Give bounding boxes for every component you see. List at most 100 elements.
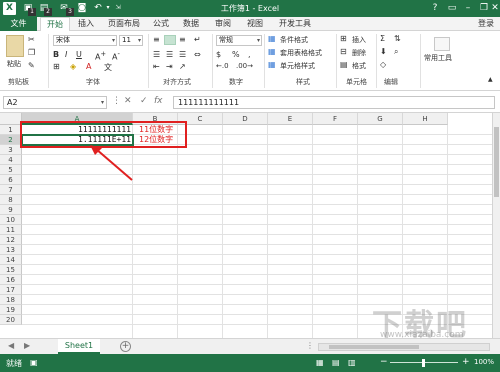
tab-developer[interactable]: 开发工具 bbox=[279, 17, 311, 31]
row-header-14[interactable]: 14 bbox=[0, 255, 22, 265]
add-sheet-button[interactable]: + bbox=[120, 341, 131, 352]
sort-filter-icon[interactable]: ⇅ bbox=[394, 34, 401, 43]
paste-button[interactable]: 粘贴 bbox=[7, 59, 21, 69]
column-header-d[interactable]: D bbox=[223, 113, 268, 125]
comma-style-icon[interactable]: , bbox=[248, 50, 251, 59]
tab-page-layout[interactable]: 页面布局 bbox=[108, 17, 140, 31]
zoom-out-icon[interactable]: − bbox=[380, 357, 388, 367]
conditional-format-icon[interactable]: ▦ bbox=[268, 34, 276, 43]
italic-icon[interactable]: I bbox=[65, 50, 67, 59]
row-header-4[interactable]: 4 bbox=[0, 155, 22, 165]
formula-input[interactable]: 111111111111 bbox=[173, 96, 495, 109]
row-header-5[interactable]: 5 bbox=[0, 165, 22, 175]
row-header-15[interactable]: 15 bbox=[0, 265, 22, 275]
prev-sheet-icon[interactable]: ◀ bbox=[8, 341, 14, 350]
row-header-11[interactable]: 11 bbox=[0, 225, 22, 235]
merge-center-icon[interactable]: ⇔ bbox=[194, 50, 201, 59]
phonetic-icon[interactable]: 文 bbox=[104, 62, 112, 73]
vertical-scroll-thumb[interactable] bbox=[494, 127, 499, 197]
row-header-7[interactable]: 7 bbox=[0, 185, 22, 195]
zoom-level[interactable]: 100% bbox=[474, 358, 494, 366]
help-icon[interactable]: ? bbox=[428, 1, 442, 15]
find-select-icon[interactable]: ⌕ bbox=[394, 47, 398, 57]
increase-font-icon[interactable]: A+ bbox=[95, 50, 106, 62]
bold-icon[interactable]: B bbox=[53, 50, 59, 59]
align-right-icon[interactable]: ☰ bbox=[179, 50, 186, 59]
wrap-text-icon[interactable]: ↵ bbox=[194, 35, 201, 44]
align-center-icon[interactable]: ☰ bbox=[166, 50, 173, 59]
tab-home[interactable]: 开始 bbox=[40, 17, 70, 32]
percent-style-icon[interactable]: % bbox=[232, 50, 240, 59]
insert-cells-button[interactable]: 插入 bbox=[352, 35, 366, 45]
conditional-format-button[interactable]: 条件格式 bbox=[280, 35, 308, 45]
cell-styles-button[interactable]: 单元格样式 bbox=[280, 61, 315, 71]
column-header-e[interactable]: E bbox=[268, 113, 313, 125]
row-header-9[interactable]: 9 bbox=[0, 205, 22, 215]
insert-cells-icon[interactable]: ⊞ bbox=[340, 34, 347, 43]
insert-function-icon[interactable]: fx bbox=[154, 96, 163, 106]
row-header-12[interactable]: 12 bbox=[0, 235, 22, 245]
macro-record-icon[interactable]: ▣ bbox=[30, 358, 38, 367]
scroll-options-icon[interactable]: ⋮ bbox=[306, 341, 314, 350]
row-header-10[interactable]: 10 bbox=[0, 215, 22, 225]
delete-cells-icon[interactable]: ⊟ bbox=[340, 47, 347, 56]
decrease-indent-icon[interactable]: ⇤ bbox=[153, 62, 160, 71]
tab-insert[interactable]: 插入 bbox=[78, 17, 94, 31]
column-header-h[interactable]: H bbox=[403, 113, 448, 125]
collapse-ribbon-icon[interactable]: ▲ bbox=[488, 76, 493, 83]
minimize-icon[interactable]: – bbox=[461, 1, 475, 15]
row-header-20[interactable]: 20 bbox=[0, 315, 22, 325]
sheet-tab-sheet1[interactable]: Sheet1 bbox=[58, 339, 100, 354]
tab-view[interactable]: 视图 bbox=[247, 17, 263, 31]
accounting-format-icon[interactable]: $ bbox=[216, 50, 221, 59]
fill-color-icon[interactable]: ◈ bbox=[70, 62, 76, 71]
number-format-select[interactable]: 常规 ▾ bbox=[216, 35, 262, 46]
row-header-8[interactable]: 8 bbox=[0, 195, 22, 205]
font-color-icon[interactable]: A bbox=[86, 62, 91, 71]
common-tools-icon[interactable] bbox=[434, 37, 450, 51]
close-icon[interactable]: ✕ bbox=[488, 1, 500, 15]
tab-file[interactable]: 文件 bbox=[0, 17, 37, 31]
row-header-19[interactable]: 19 bbox=[0, 305, 22, 315]
row-header-17[interactable]: 17 bbox=[0, 285, 22, 295]
font-name-select[interactable]: 宋体 ▾ bbox=[53, 35, 117, 46]
cancel-icon[interactable]: ✕ bbox=[124, 96, 132, 106]
enter-icon[interactable]: ✓ bbox=[140, 96, 148, 106]
select-all-corner[interactable] bbox=[0, 113, 22, 125]
zoom-in-icon[interactable]: + bbox=[462, 357, 470, 367]
borders-icon[interactable]: ⊞ bbox=[53, 62, 60, 71]
ribbon-display-icon[interactable]: ▭ bbox=[445, 1, 459, 15]
row-header-1[interactable]: 1 bbox=[0, 125, 22, 135]
row-header-18[interactable]: 18 bbox=[0, 295, 22, 305]
autosum-icon[interactable]: Σ bbox=[380, 34, 385, 43]
format-as-table-icon[interactable]: ▦ bbox=[268, 47, 276, 56]
cut-icon[interactable]: ✂ bbox=[28, 35, 35, 44]
format-cells-button[interactable]: 格式 bbox=[352, 61, 366, 71]
font-size-select[interactable]: 11 ▾ bbox=[119, 35, 143, 46]
align-bottom-icon[interactable]: ≡ bbox=[179, 35, 186, 44]
align-top-icon[interactable]: ≡ bbox=[153, 35, 160, 44]
underline-icon[interactable]: U bbox=[76, 50, 82, 59]
row-header-3[interactable]: 3 bbox=[0, 145, 22, 155]
page-layout-view-icon[interactable]: ▤ bbox=[332, 358, 340, 367]
normal-view-icon[interactable]: ▦ bbox=[316, 358, 324, 367]
sign-in-link[interactable]: 登录 bbox=[478, 17, 494, 31]
increase-decimal-icon[interactable]: ←.0 bbox=[216, 62, 229, 70]
format-cells-icon[interactable]: ▤ bbox=[340, 60, 348, 69]
increase-indent-icon[interactable]: ⇥ bbox=[166, 62, 173, 71]
tab-formulas[interactable]: 公式 bbox=[153, 17, 169, 31]
tab-review[interactable]: 审阅 bbox=[215, 17, 231, 31]
delete-cells-button[interactable]: 删除 bbox=[352, 48, 366, 58]
vertical-scrollbar[interactable] bbox=[492, 113, 500, 338]
column-header-g[interactable]: G bbox=[358, 113, 403, 125]
decrease-font-icon[interactable]: A- bbox=[112, 50, 120, 62]
row-header-16[interactable]: 16 bbox=[0, 275, 22, 285]
column-header-f[interactable]: F bbox=[313, 113, 358, 125]
fill-icon[interactable]: ⬇ bbox=[380, 47, 387, 56]
paste-icon[interactable] bbox=[6, 35, 24, 57]
common-tools-button[interactable]: 常用工具 bbox=[424, 53, 452, 63]
align-left-icon[interactable]: ☰ bbox=[153, 50, 160, 59]
row-header-13[interactable]: 13 bbox=[0, 245, 22, 255]
row-header-2[interactable]: 2 bbox=[0, 135, 22, 145]
name-box[interactable]: A2 ▾ bbox=[3, 96, 107, 109]
